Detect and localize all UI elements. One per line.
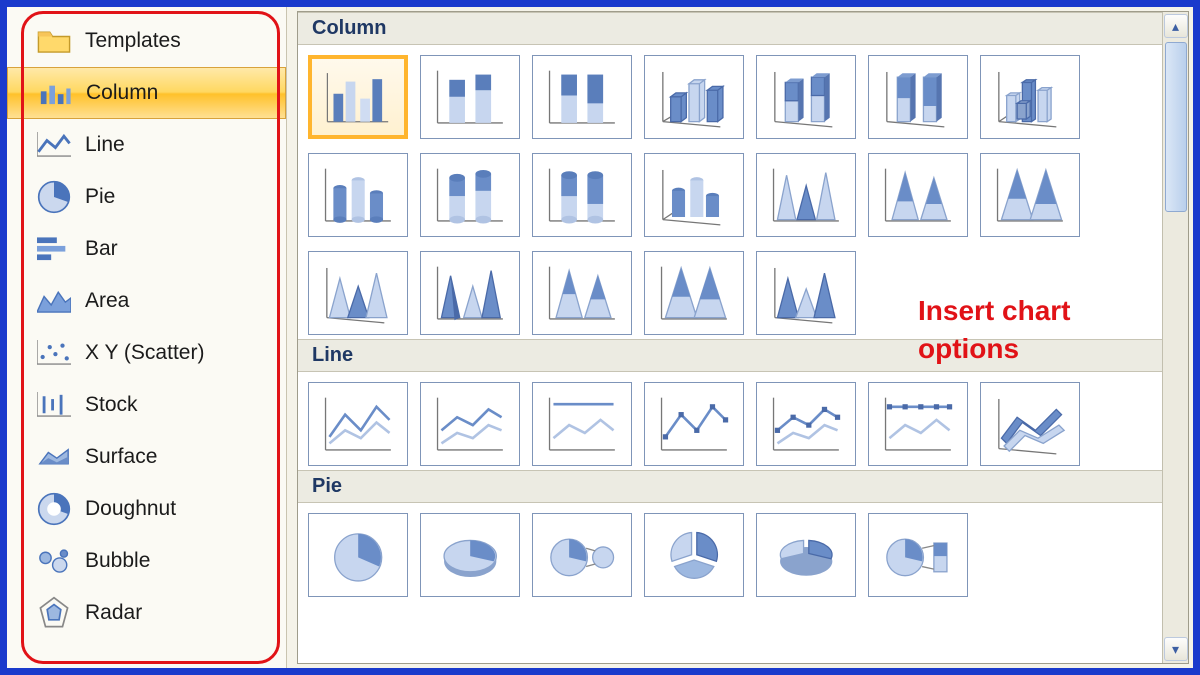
bar-chart-icon bbox=[37, 235, 71, 263]
scroll-thumb[interactable] bbox=[1165, 42, 1187, 212]
chart-thumb-bar-of-pie[interactable] bbox=[868, 513, 968, 597]
chart-thumb-clustered-column[interactable] bbox=[308, 55, 408, 139]
sidebar-item-label: Radar bbox=[85, 601, 142, 625]
chart-thumb-stacked-column[interactable] bbox=[420, 55, 520, 139]
sidebar-item-bubble[interactable]: Bubble bbox=[7, 535, 286, 587]
column-thumbs-row bbox=[298, 45, 1188, 143]
sidebar-item-radar[interactable]: Radar bbox=[7, 587, 286, 639]
bubble-chart-icon bbox=[37, 547, 71, 575]
stock-chart-icon bbox=[37, 391, 71, 419]
doughnut-chart-icon bbox=[37, 495, 71, 523]
chart-category-sidebar: Templates Column Line Pie Bar bbox=[7, 7, 287, 668]
section-header-column: Column bbox=[298, 12, 1188, 45]
pie-chart-icon bbox=[37, 183, 71, 211]
section-header-pie: Pie bbox=[298, 470, 1188, 503]
sidebar-item-pie[interactable]: Pie bbox=[7, 171, 286, 223]
sidebar-item-label: Templates bbox=[85, 29, 181, 53]
chart-thumb-3d-cone[interactable] bbox=[308, 251, 408, 335]
sidebar-item-surface[interactable]: Surface bbox=[7, 431, 286, 483]
chart-thumb-3d-column[interactable] bbox=[980, 55, 1080, 139]
chart-thumb-3d-100-stacked-column[interactable] bbox=[868, 55, 968, 139]
chart-thumb-stacked-line[interactable] bbox=[420, 382, 520, 466]
chart-thumb-3d-pyramid[interactable] bbox=[756, 251, 856, 335]
column-thumbs-row bbox=[298, 143, 1188, 241]
chart-thumb-line-markers[interactable] bbox=[644, 382, 744, 466]
sidebar-item-doughnut[interactable]: Doughnut bbox=[7, 483, 286, 535]
chart-gallery-pane: Column bbox=[297, 11, 1189, 664]
pie-thumbs-row bbox=[298, 503, 1188, 601]
chart-thumb-stacked-pyramid[interactable] bbox=[532, 251, 632, 335]
chart-thumb-3d-cylinder[interactable] bbox=[644, 153, 744, 237]
annotation-text: Insert chartoptions bbox=[918, 292, 1071, 368]
surface-chart-icon bbox=[37, 443, 71, 471]
chart-thumb-exploded-3d-pie[interactable] bbox=[756, 513, 856, 597]
chart-thumb-3d-stacked-column[interactable] bbox=[756, 55, 856, 139]
chart-thumb-line[interactable] bbox=[308, 382, 408, 466]
sidebar-item-stock[interactable]: Stock bbox=[7, 379, 286, 431]
chart-thumb-100-stacked-cylinder[interactable] bbox=[532, 153, 632, 237]
sidebar-item-line[interactable]: Line bbox=[7, 119, 286, 171]
chart-thumb-stacked-cone[interactable] bbox=[868, 153, 968, 237]
chart-thumb-clustered-cone[interactable] bbox=[756, 153, 856, 237]
chart-thumb-exploded-pie[interactable] bbox=[644, 513, 744, 597]
chart-thumb-100-stacked-line-markers[interactable] bbox=[868, 382, 968, 466]
chart-thumb-pie[interactable] bbox=[308, 513, 408, 597]
sidebar-item-label: Bubble bbox=[85, 549, 150, 573]
sidebar-item-label: Doughnut bbox=[85, 497, 176, 521]
sidebar-item-label: Surface bbox=[85, 445, 157, 469]
chart-thumb-clustered-cylinder[interactable] bbox=[308, 153, 408, 237]
chart-thumb-stacked-line-markers[interactable] bbox=[756, 382, 856, 466]
chart-thumb-stacked-cylinder[interactable] bbox=[420, 153, 520, 237]
chart-thumb-3d-clustered-column[interactable] bbox=[644, 55, 744, 139]
chart-thumb-3d-pie[interactable] bbox=[420, 513, 520, 597]
radar-chart-icon bbox=[37, 599, 71, 627]
sidebar-item-label: X Y (Scatter) bbox=[85, 341, 204, 365]
sidebar-item-bar[interactable]: Bar bbox=[7, 223, 286, 275]
sidebar-item-templates[interactable]: Templates bbox=[7, 15, 286, 67]
sidebar-item-scatter[interactable]: X Y (Scatter) bbox=[7, 327, 286, 379]
sidebar-item-label: Pie bbox=[85, 185, 115, 209]
vertical-scrollbar[interactable]: ▴ ▾ bbox=[1162, 12, 1188, 663]
sidebar-item-column[interactable]: Column bbox=[7, 67, 286, 119]
scatter-chart-icon bbox=[37, 339, 71, 367]
sidebar-item-label: Line bbox=[85, 133, 125, 157]
scroll-up-button[interactable]: ▴ bbox=[1164, 14, 1188, 38]
chart-thumb-3d-line[interactable] bbox=[980, 382, 1080, 466]
chart-thumb-100-stacked-line[interactable] bbox=[532, 382, 632, 466]
column-chart-icon bbox=[38, 79, 72, 107]
chart-thumb-clustered-pyramid[interactable] bbox=[420, 251, 520, 335]
line-thumbs-row bbox=[298, 372, 1188, 470]
sidebar-item-area[interactable]: Area bbox=[7, 275, 286, 327]
chart-thumb-100-stacked-column[interactable] bbox=[532, 55, 632, 139]
sidebar-item-label: Bar bbox=[85, 237, 118, 261]
sidebar-item-label: Column bbox=[86, 81, 158, 105]
sidebar-item-label: Stock bbox=[85, 393, 138, 417]
chart-thumb-100-stacked-pyramid[interactable] bbox=[644, 251, 744, 335]
scroll-down-button[interactable]: ▾ bbox=[1164, 637, 1188, 661]
folder-icon bbox=[37, 27, 71, 55]
area-chart-icon bbox=[37, 287, 71, 315]
sidebar-item-label: Area bbox=[85, 289, 129, 313]
chart-thumb-100-stacked-cone[interactable] bbox=[980, 153, 1080, 237]
line-chart-icon bbox=[37, 131, 71, 159]
chart-thumb-pie-of-pie[interactable] bbox=[532, 513, 632, 597]
